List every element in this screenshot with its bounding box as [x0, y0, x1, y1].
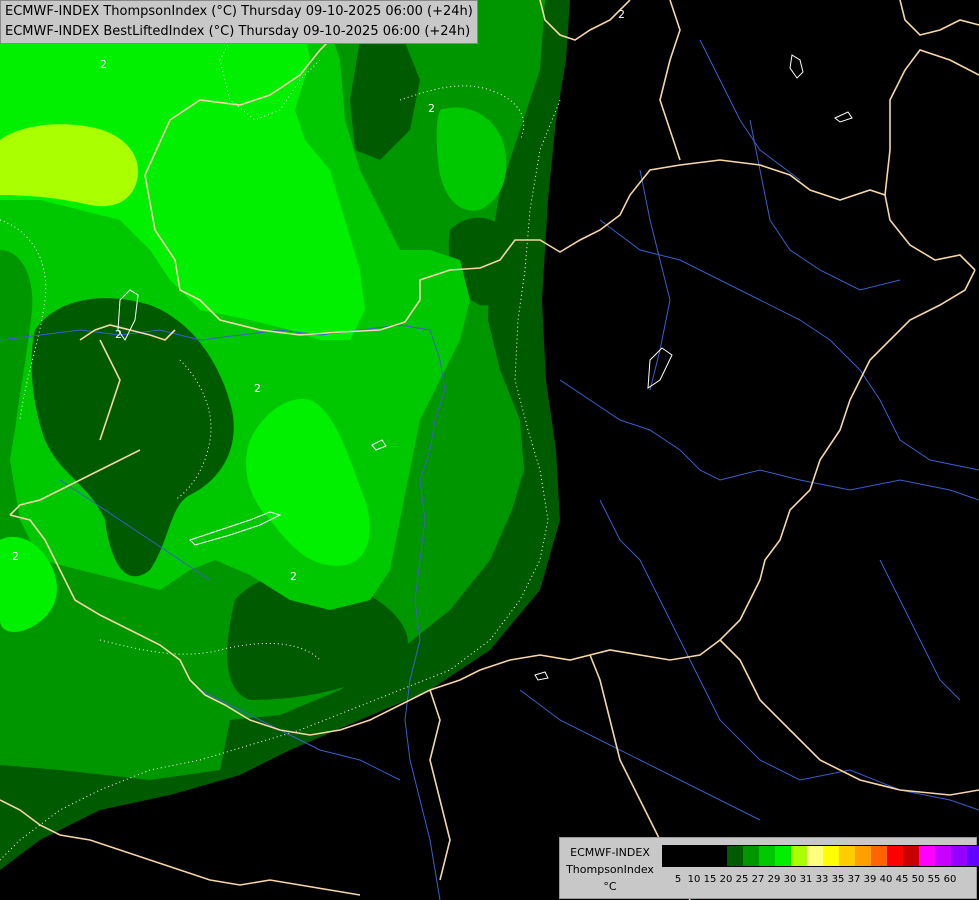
legend-swatch — [679, 846, 695, 866]
legend-model: ECMWF-INDEX — [570, 846, 650, 859]
contour-label: 2 — [254, 382, 261, 395]
title-best-lifted-index: ECMWF-INDEX BestLiftedIndex (°C) Thursda… — [5, 24, 471, 39]
legend-tick-label: 45 — [895, 874, 909, 885]
legend-tick-label: 27 — [751, 874, 765, 885]
contour-label: 2 — [290, 570, 297, 583]
contour-label: 2 — [100, 58, 107, 71]
legend-swatch — [775, 846, 791, 866]
contour-label: 2 — [428, 102, 435, 115]
legend-swatch — [727, 846, 743, 866]
weather-map: 2 2 2 2 2 2 2 — [0, 0, 979, 900]
legend-swatch — [823, 846, 839, 866]
legend-tick-label: 25 — [735, 874, 749, 885]
color-legend: ECMWF-INDEX ThompsonIndex °C 5 10 15 20 25 27… — [559, 837, 979, 899]
legend-swatch — [903, 846, 919, 866]
legend-swatch — [791, 846, 807, 866]
legend-swatch — [919, 846, 935, 866]
legend-tick-label: 30 — [783, 874, 797, 885]
contour-label: 2 — [12, 550, 19, 563]
legend-swatch — [807, 846, 823, 866]
legend-swatches — [662, 845, 979, 867]
legend-tick-label: 50 — [911, 874, 925, 885]
legend-tick-label: 29 — [767, 874, 781, 885]
legend-swatch — [743, 846, 759, 866]
legend-tick-label: 33 — [815, 874, 829, 885]
legend-tick-label: 15 — [703, 874, 717, 885]
legend-tick-label: 5 — [674, 874, 682, 885]
contour-label: 2 — [618, 8, 625, 21]
map-title-box: ECMWF-INDEX ThompsonIndex (°C) Thursday … — [0, 0, 478, 44]
legend-tick-label: 31 — [799, 874, 813, 885]
legend-tick-label: 10 — [687, 874, 701, 885]
legend-parameter: ThompsonIndex — [566, 863, 654, 876]
legend-swatch — [759, 846, 775, 866]
legend-tick-label: 40 — [879, 874, 893, 885]
legend-unit: °C — [603, 880, 617, 893]
title-thompson-index: ECMWF-INDEX ThompsonIndex (°C) Thursday … — [5, 4, 473, 19]
legend-swatch — [887, 846, 903, 866]
legend-swatch — [695, 846, 711, 866]
legend-swatch — [855, 846, 871, 866]
legend-swatch — [951, 846, 967, 866]
legend-tick-label: 35 — [831, 874, 845, 885]
legend-tick-label: 37 — [847, 874, 861, 885]
legend-swatch — [871, 846, 887, 866]
legend-swatch — [663, 846, 679, 866]
legend-swatch — [839, 846, 855, 866]
legend-swatch — [711, 846, 727, 866]
legend-swatch — [935, 846, 951, 866]
legend-tick-label: 60 — [943, 874, 957, 885]
legend-swatch — [967, 846, 979, 866]
legend-tick-label: 55 — [927, 874, 941, 885]
legend-tick-label: 39 — [863, 874, 877, 885]
contour-label: 2 — [115, 328, 122, 341]
legend-tick-label: 20 — [719, 874, 733, 885]
